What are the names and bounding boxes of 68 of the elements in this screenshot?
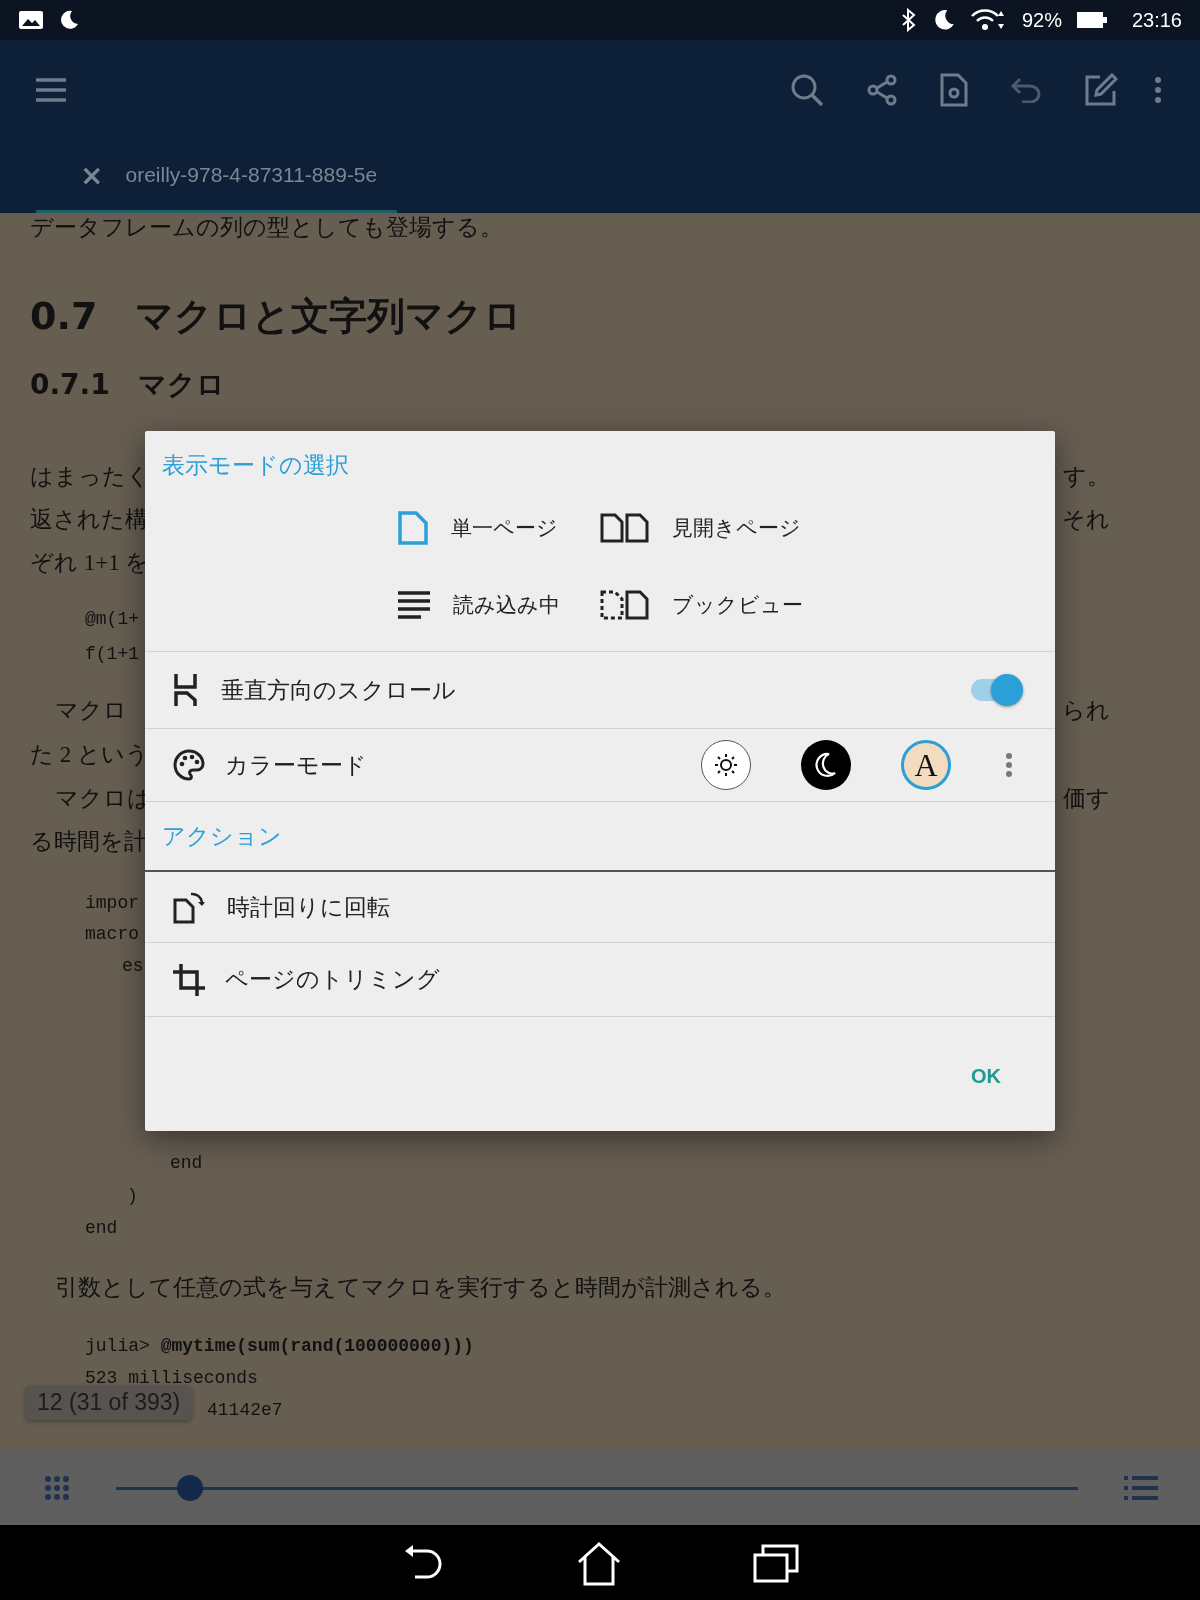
close-icon[interactable]: × xyxy=(80,158,104,192)
file-settings-icon[interactable] xyxy=(940,73,968,107)
document-text: @m(1+ xyxy=(85,608,139,631)
setting-label: カラーモード xyxy=(225,750,367,780)
setting-label: 垂直方向のスクロール xyxy=(221,675,456,705)
document-text: す。 xyxy=(1063,463,1110,491)
light-mode-button[interactable] xyxy=(701,740,751,790)
recent-apps-icon[interactable] xyxy=(753,1542,799,1583)
document-text: られ xyxy=(1062,697,1110,725)
search-icon[interactable] xyxy=(790,73,824,107)
undo-icon[interactable] xyxy=(1010,77,1042,103)
document-text: f(1+1 xyxy=(85,643,139,666)
grid-icon[interactable] xyxy=(44,1474,70,1501)
battery-percent: 92% xyxy=(1021,8,1062,32)
book-pages-icon xyxy=(600,589,650,620)
document-text: 0.7 マクロと文字列マクロ xyxy=(30,293,523,340)
document-text: macro xyxy=(85,923,139,946)
moon-icon xyxy=(814,752,838,778)
share-icon[interactable] xyxy=(866,74,898,106)
tab-title: oreilly-978-4-87311-889-5e xyxy=(125,163,378,187)
document-text: それ xyxy=(1062,506,1110,534)
document-text: はまったく xyxy=(30,463,150,491)
slider-thumb[interactable] xyxy=(177,1474,204,1501)
view-mode-option[interactable]: 単一ページ xyxy=(397,489,560,566)
page-icon xyxy=(397,509,429,546)
document-text: ぞれ 1+1 を xyxy=(30,549,150,577)
document-text: julia> @mytime(sum(rand(100000000))) xyxy=(85,1335,474,1358)
document-text: た 2 という xyxy=(30,741,149,769)
menu-icon[interactable] xyxy=(34,76,68,104)
edit-icon[interactable] xyxy=(1084,73,1118,107)
document-text: データフレームの列の型としても登場する。 xyxy=(30,214,503,242)
battery-icon xyxy=(1075,10,1108,30)
document-text: end xyxy=(85,1217,118,1240)
two-pages-icon xyxy=(600,512,650,543)
sun-icon xyxy=(714,753,738,777)
rotate-page-icon xyxy=(173,890,207,924)
more-icon[interactable] xyxy=(1154,76,1162,104)
document-text: る時間を計 xyxy=(30,828,147,856)
document-text: 41142e7 xyxy=(207,1399,283,1422)
page-number-badge: 12 (31 of 393) xyxy=(25,1385,193,1420)
sepia-mode-button[interactable]: A xyxy=(901,740,951,790)
document-text: end xyxy=(170,1152,203,1175)
action-item[interactable]: ページのトリミング xyxy=(145,942,1055,1017)
page-slider[interactable] xyxy=(116,1474,1078,1501)
more-icon[interactable] xyxy=(1005,752,1013,778)
document-text: impor xyxy=(85,892,139,915)
clock-time: 23:16 xyxy=(1131,8,1182,32)
view-mode-option[interactable]: 読み込み中 xyxy=(397,566,560,643)
document-text: マクロ xyxy=(55,697,127,725)
section-title: アクション xyxy=(145,801,1055,870)
action-item[interactable]: 時計回りに回転 xyxy=(145,870,1055,942)
view-mode-option[interactable]: ブックビュー xyxy=(600,566,803,643)
crop-icon xyxy=(173,963,205,996)
document-text: ) xyxy=(127,1185,138,1208)
palette-icon xyxy=(173,749,205,781)
text-lines-icon xyxy=(397,589,431,620)
image-icon xyxy=(18,10,44,30)
document-text: es xyxy=(122,955,144,978)
view-mode-option[interactable]: 見開きページ xyxy=(600,489,803,566)
moon-icon xyxy=(58,9,80,31)
dark-mode-button[interactable] xyxy=(801,740,851,790)
document-text: 返された構 xyxy=(30,506,148,534)
list-icon[interactable] xyxy=(1124,1474,1158,1501)
document-text: 0.7.1 マクロ xyxy=(30,367,225,403)
home-icon[interactable] xyxy=(575,1539,623,1586)
document-text: 価す xyxy=(1063,785,1110,813)
document-text: 引数として任意の式を与えてマクロを実行すると時間が計測される。 xyxy=(55,1274,786,1302)
section-title: 表示モードの選択 xyxy=(161,451,350,480)
